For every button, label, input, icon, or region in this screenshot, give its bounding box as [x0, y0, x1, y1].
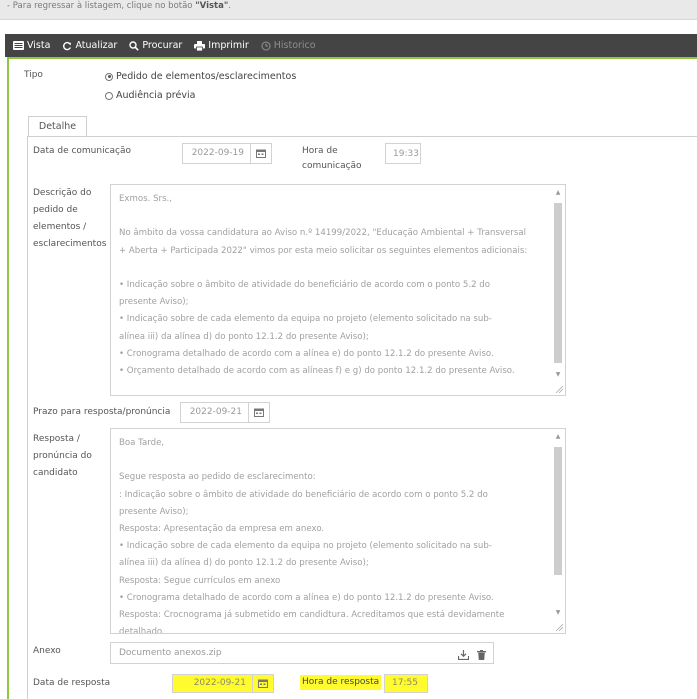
- vista-button[interactable]: Vista: [13, 40, 50, 51]
- descricao-line: + Aberta + Participada 2022" vimos por e…: [119, 245, 528, 256]
- scroll-up-icon[interactable]: ▲: [554, 189, 562, 197]
- printer-icon: [194, 40, 206, 51]
- descricao-line: Exmos. Srs.,: [119, 194, 173, 204]
- resposta-line: Resposta: Crocnograma já submetido em ca…: [119, 610, 505, 621]
- hora-comunicacao-field[interactable]: 19:33: [385, 143, 421, 164]
- calendar-icon[interactable]: [252, 675, 273, 692]
- refresh-icon: [63, 41, 72, 50]
- resposta-line: Segue resposta ao pedido de esclarecimen…: [119, 472, 316, 483]
- descricao-line: • Orçamento detalhado de acordo com as a…: [119, 366, 515, 377]
- resposta-label: Resposta / pronúncia do candidato: [33, 434, 92, 478]
- prazo-label: Prazo para resposta/pronúncia: [33, 407, 171, 417]
- data-resposta-value: 2022-09-21: [193, 678, 246, 688]
- procurar-button[interactable]: Procurar: [129, 40, 182, 51]
- scroll-up-icon[interactable]: ▲: [554, 433, 562, 441]
- tipo-label: Tipo: [24, 70, 43, 80]
- hora-resposta-label: Hora de resposta: [300, 675, 382, 690]
- resposta-line: [119, 452, 541, 469]
- descricao-line: • Cronograma detalhado de acordo com a a…: [119, 348, 494, 359]
- historico-button[interactable]: Historico: [261, 40, 316, 51]
- resposta-line: : Indicação sobre o âmbito de atividade …: [119, 489, 488, 500]
- descricao-line: • Indicação sobre o âmbito de atividade …: [119, 280, 491, 291]
- atualizar-button[interactable]: Atualizar: [62, 40, 117, 51]
- resposta-content: Boa Tarde, Segue resposta ao pedido de e…: [119, 435, 541, 634]
- descricao-line: No âmbito da vossa candidatura ao Aviso …: [119, 228, 526, 239]
- radio-unselected-icon: [105, 91, 113, 100]
- descricao-content: Exmos. Srs., No âmbito da vossa candidat…: [119, 191, 541, 380]
- hora-resposta-field[interactable]: 17:55: [384, 674, 428, 693]
- radio-audiencia-label: Audiência prévia: [116, 90, 196, 101]
- historico-label: Historico: [273, 40, 316, 51]
- resize-grip-icon[interactable]: [555, 623, 563, 631]
- instruction-button-ref: "Vista": [195, 1, 229, 11]
- radio-pedido-label: Pedido de elementos/esclarecimentos: [116, 71, 297, 82]
- anexo-value: Documento anexos.zip: [119, 648, 222, 658]
- resposta-line: • Indicação sobre de cada elemento da eq…: [119, 541, 492, 552]
- data-resposta-field[interactable]: 2022-09-21: [172, 674, 274, 693]
- tab-detalhe[interactable]: Detalhe: [28, 116, 87, 136]
- anexo-field[interactable]: Documento anexos.zip: [110, 642, 494, 664]
- imprimir-label: Imprimir: [208, 40, 249, 51]
- list-view-icon: [13, 41, 24, 50]
- calendar-icon[interactable]: [250, 144, 271, 163]
- data-resposta-label: Data de resposta: [33, 678, 111, 688]
- resposta-line: • Cronograma detalhado de acordo com a a…: [119, 592, 494, 603]
- atualizar-label: Atualizar: [75, 40, 118, 51]
- descricao-line: [119, 208, 541, 225]
- history-icon: [261, 40, 271, 51]
- descricao-line: [119, 260, 541, 277]
- data-comunicacao-value: 2022-09-19: [191, 148, 244, 158]
- resposta-textarea[interactable]: Boa Tarde, Segue resposta ao pedido de e…: [110, 428, 566, 634]
- scroll-down-icon[interactable]: ▼: [554, 609, 562, 617]
- radio-pedido[interactable]: Pedido de elementos/esclarecimentos: [105, 71, 296, 82]
- scroll-thumb[interactable]: [554, 447, 562, 575]
- instruction-note: - Para regressar à listagem, clique no b…: [0, 0, 697, 20]
- resposta-line: Resposta: Segue currículos em anexo: [119, 575, 281, 586]
- resposta-line: Resposta: Apresentação da empresa em ane…: [119, 524, 325, 535]
- hora-comunicacao-label: Hora de comunicação: [302, 146, 362, 171]
- scroll-down-icon[interactable]: ▼: [554, 371, 562, 379]
- descricao-line: presente Aviso);: [119, 297, 189, 308]
- procurar-label: Procurar: [142, 40, 183, 51]
- prazo-field[interactable]: 2022-09-21: [180, 402, 270, 423]
- search-icon: [129, 40, 140, 51]
- descricao-textarea[interactable]: Exmos. Srs., No âmbito da vossa candidat…: [110, 184, 566, 396]
- scroll-thumb[interactable]: [554, 203, 562, 363]
- resize-grip-icon[interactable]: [555, 385, 563, 393]
- prazo-value: 2022-09-21: [189, 407, 242, 417]
- resposta-line: presente Aviso);: [119, 506, 189, 517]
- descricao-label: Descrição do pedido de elementos / escla…: [33, 188, 107, 249]
- descricao-line: alínea iii) da alínea d) do ponto 12.1.2…: [119, 331, 369, 342]
- vista-label: Vista: [27, 40, 51, 51]
- anexo-label: Anexo: [33, 646, 61, 656]
- descricao-line: • Indicação sobre de cada elemento da eq…: [119, 314, 492, 325]
- imprimir-button[interactable]: Imprimir: [194, 40, 249, 51]
- radio-audiencia[interactable]: Audiência prévia: [105, 90, 195, 101]
- data-comunicacao-field[interactable]: 2022-09-19: [182, 143, 272, 164]
- download-icon[interactable]: [457, 648, 470, 668]
- descricao-scrollbar[interactable]: ▲ ▼: [553, 189, 563, 385]
- resposta-line: detalhado.: [119, 627, 165, 634]
- toolbar: Vista Atualizar Procurar Imprimir Histor…: [5, 34, 697, 57]
- trash-icon[interactable]: [477, 648, 486, 668]
- instruction-suffix: .: [228, 1, 231, 11]
- resposta-scrollbar[interactable]: ▲ ▼: [553, 433, 563, 623]
- calendar-icon[interactable]: [248, 403, 269, 422]
- data-comunicacao-label: Data de comunicação: [33, 146, 132, 156]
- radio-selected-icon: [105, 72, 113, 81]
- resposta-line: Boa Tarde,: [119, 438, 165, 448]
- resposta-line: alínea iii) da alínea d) do ponto 12.1.2…: [119, 558, 369, 569]
- instruction-text: - Para regressar à listagem, clique no b…: [7, 1, 196, 11]
